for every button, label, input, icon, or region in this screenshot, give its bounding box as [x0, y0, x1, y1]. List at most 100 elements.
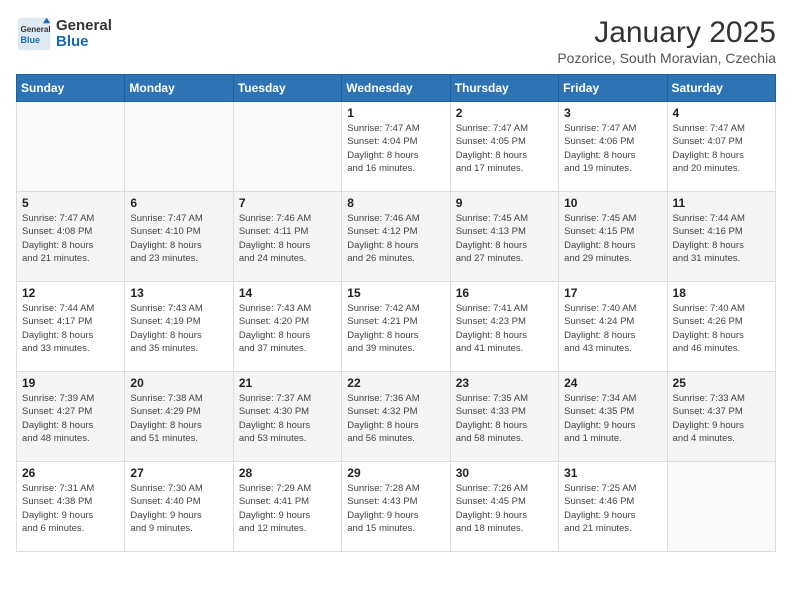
- day-number: 20: [130, 376, 227, 390]
- day-info: Sunrise: 7:38 AM Sunset: 4:29 PM Dayligh…: [130, 392, 227, 445]
- page-header: General Blue General Blue January 2025 P…: [16, 16, 776, 66]
- day-number: 12: [22, 286, 119, 300]
- calendar-cell: 6 Sunrise: 7:47 AM Sunset: 4:10 PM Daylig…: [125, 192, 233, 282]
- day-info: Sunrise: 7:47 AM Sunset: 4:04 PM Dayligh…: [347, 122, 444, 175]
- logo: General Blue General Blue: [16, 16, 112, 52]
- day-number: 30: [456, 466, 553, 480]
- day-number: 18: [673, 286, 770, 300]
- calendar-cell: 11 Sunrise: 7:44 AM Sunset: 4:16 PM Dayli…: [667, 192, 775, 282]
- calendar-cell: 8 Sunrise: 7:46 AM Sunset: 4:12 PM Daylig…: [342, 192, 450, 282]
- day-info: Sunrise: 7:29 AM Sunset: 4:41 PM Dayligh…: [239, 482, 336, 535]
- day-number: 11: [673, 196, 770, 210]
- calendar-cell: 23 Sunrise: 7:35 AM Sunset: 4:33 PM Dayli…: [450, 372, 558, 462]
- day-info: Sunrise: 7:43 AM Sunset: 4:20 PM Dayligh…: [239, 302, 336, 355]
- day-number: 17: [564, 286, 661, 300]
- day-number: 19: [22, 376, 119, 390]
- day-number: 15: [347, 286, 444, 300]
- day-number: 6: [130, 196, 227, 210]
- logo-general-text: General: [56, 18, 112, 35]
- calendar-cell: [233, 102, 341, 192]
- calendar-cell: 2 Sunrise: 7:47 AM Sunset: 4:05 PM Daylig…: [450, 102, 558, 192]
- day-info: Sunrise: 7:41 AM Sunset: 4:23 PM Dayligh…: [456, 302, 553, 355]
- svg-text:Blue: Blue: [21, 35, 41, 45]
- day-info: Sunrise: 7:28 AM Sunset: 4:43 PM Dayligh…: [347, 482, 444, 535]
- day-number: 22: [347, 376, 444, 390]
- day-info: Sunrise: 7:36 AM Sunset: 4:32 PM Dayligh…: [347, 392, 444, 445]
- day-number: 13: [130, 286, 227, 300]
- day-info: Sunrise: 7:44 AM Sunset: 4:17 PM Dayligh…: [22, 302, 119, 355]
- calendar-cell: 21 Sunrise: 7:37 AM Sunset: 4:30 PM Dayli…: [233, 372, 341, 462]
- weekday-header-saturday: Saturday: [667, 75, 775, 102]
- logo-text: General Blue: [56, 18, 112, 51]
- calendar-cell: 10Sunrise: 7:45 AM Sunset: 4:15 PM Dayli…: [559, 192, 667, 282]
- weekday-header-wednesday: Wednesday: [342, 75, 450, 102]
- calendar-cell: 25Sunrise: 7:33 AM Sunset: 4:37 PM Dayli…: [667, 372, 775, 462]
- calendar-cell: 17 Sunrise: 7:40 AM Sunset: 4:24 PM Dayli…: [559, 282, 667, 372]
- svg-text:General: General: [21, 25, 51, 34]
- day-info: Sunrise: 7:47 AM Sunset: 4:10 PM Dayligh…: [130, 212, 227, 265]
- day-info: Sunrise: 7:44 AM Sunset: 4:16 PM Dayligh…: [673, 212, 770, 265]
- calendar-cell: 24Sunrise: 7:34 AM Sunset: 4:35 PM Dayli…: [559, 372, 667, 462]
- day-info: Sunrise: 7:47 AM Sunset: 4:06 PM Dayligh…: [564, 122, 661, 175]
- day-number: 29: [347, 466, 444, 480]
- day-number: 2: [456, 106, 553, 120]
- week-row-2: 5 Sunrise: 7:47 AM Sunset: 4:08 PM Daylig…: [17, 192, 776, 282]
- day-info: Sunrise: 7:25 AM Sunset: 4:46 PM Dayligh…: [564, 482, 661, 535]
- weekday-header-row: SundayMondayTuesdayWednesdayThursdayFrid…: [17, 75, 776, 102]
- calendar-cell: 26Sunrise: 7:31 AM Sunset: 4:38 PM Dayli…: [17, 462, 125, 552]
- day-number: 4: [673, 106, 770, 120]
- day-info: Sunrise: 7:33 AM Sunset: 4:37 PM Dayligh…: [673, 392, 770, 445]
- calendar-cell: 18 Sunrise: 7:40 AM Sunset: 4:26 PM Dayli…: [667, 282, 775, 372]
- calendar-cell: 1 Sunrise: 7:47 AM Sunset: 4:04 PM Daylig…: [342, 102, 450, 192]
- calendar-cell: 13 Sunrise: 7:43 AM Sunset: 4:19 PM Dayli…: [125, 282, 233, 372]
- calendar-cell: 9Sunrise: 7:45 AM Sunset: 4:13 PM Daylig…: [450, 192, 558, 282]
- day-info: Sunrise: 7:40 AM Sunset: 4:24 PM Dayligh…: [564, 302, 661, 355]
- weekday-header-sunday: Sunday: [17, 75, 125, 102]
- calendar-cell: 12 Sunrise: 7:44 AM Sunset: 4:17 PM Dayli…: [17, 282, 125, 372]
- calendar-cell: 3 Sunrise: 7:47 AM Sunset: 4:06 PM Daylig…: [559, 102, 667, 192]
- day-number: 8: [347, 196, 444, 210]
- day-info: Sunrise: 7:47 AM Sunset: 4:05 PM Dayligh…: [456, 122, 553, 175]
- calendar-cell: 27Sunrise: 7:30 AM Sunset: 4:40 PM Dayli…: [125, 462, 233, 552]
- week-row-1: 1 Sunrise: 7:47 AM Sunset: 4:04 PM Daylig…: [17, 102, 776, 192]
- calendar-cell: [125, 102, 233, 192]
- calendar-cell: 14Sunrise: 7:43 AM Sunset: 4:20 PM Dayli…: [233, 282, 341, 372]
- weekday-header-monday: Monday: [125, 75, 233, 102]
- day-info: Sunrise: 7:34 AM Sunset: 4:35 PM Dayligh…: [564, 392, 661, 445]
- week-row-3: 12 Sunrise: 7:44 AM Sunset: 4:17 PM Dayli…: [17, 282, 776, 372]
- day-number: 27: [130, 466, 227, 480]
- day-info: Sunrise: 7:35 AM Sunset: 4:33 PM Dayligh…: [456, 392, 553, 445]
- day-info: Sunrise: 7:47 AM Sunset: 4:08 PM Dayligh…: [22, 212, 119, 265]
- day-info: Sunrise: 7:40 AM Sunset: 4:26 PM Dayligh…: [673, 302, 770, 355]
- calendar-cell: 19 Sunrise: 7:39 AM Sunset: 4:27 PM Dayli…: [17, 372, 125, 462]
- day-info: Sunrise: 7:47 AM Sunset: 4:07 PM Dayligh…: [673, 122, 770, 175]
- day-number: 23: [456, 376, 553, 390]
- calendar-cell: 29 Sunrise: 7:28 AM Sunset: 4:43 PM Dayli…: [342, 462, 450, 552]
- day-number: 31: [564, 466, 661, 480]
- day-number: 1: [347, 106, 444, 120]
- day-info: Sunrise: 7:31 AM Sunset: 4:38 PM Dayligh…: [22, 482, 119, 535]
- day-info: Sunrise: 7:39 AM Sunset: 4:27 PM Dayligh…: [22, 392, 119, 445]
- calendar-cell: 5 Sunrise: 7:47 AM Sunset: 4:08 PM Daylig…: [17, 192, 125, 282]
- day-info: Sunrise: 7:46 AM Sunset: 4:11 PM Dayligh…: [239, 212, 336, 265]
- day-info: Sunrise: 7:46 AM Sunset: 4:12 PM Dayligh…: [347, 212, 444, 265]
- calendar-cell: 15 Sunrise: 7:42 AM Sunset: 4:21 PM Dayli…: [342, 282, 450, 372]
- day-info: Sunrise: 7:26 AM Sunset: 4:45 PM Dayligh…: [456, 482, 553, 535]
- day-number: 5: [22, 196, 119, 210]
- calendar-cell: 28Sunrise: 7:29 AM Sunset: 4:41 PM Dayli…: [233, 462, 341, 552]
- day-info: Sunrise: 7:42 AM Sunset: 4:21 PM Dayligh…: [347, 302, 444, 355]
- weekday-header-tuesday: Tuesday: [233, 75, 341, 102]
- calendar-cell: 22 Sunrise: 7:36 AM Sunset: 4:32 PM Dayli…: [342, 372, 450, 462]
- day-info: Sunrise: 7:43 AM Sunset: 4:19 PM Dayligh…: [130, 302, 227, 355]
- day-number: 3: [564, 106, 661, 120]
- calendar-cell: 30 Sunrise: 7:26 AM Sunset: 4:45 PM Dayli…: [450, 462, 558, 552]
- day-number: 21: [239, 376, 336, 390]
- week-row-5: 26Sunrise: 7:31 AM Sunset: 4:38 PM Dayli…: [17, 462, 776, 552]
- day-info: Sunrise: 7:37 AM Sunset: 4:30 PM Dayligh…: [239, 392, 336, 445]
- month-title: January 2025: [557, 16, 776, 50]
- calendar-cell: [667, 462, 775, 552]
- week-row-4: 19 Sunrise: 7:39 AM Sunset: 4:27 PM Dayli…: [17, 372, 776, 462]
- calendar-cell: 31 Sunrise: 7:25 AM Sunset: 4:46 PM Dayli…: [559, 462, 667, 552]
- weekday-header-friday: Friday: [559, 75, 667, 102]
- calendar-cell: 20 Sunrise: 7:38 AM Sunset: 4:29 PM Dayli…: [125, 372, 233, 462]
